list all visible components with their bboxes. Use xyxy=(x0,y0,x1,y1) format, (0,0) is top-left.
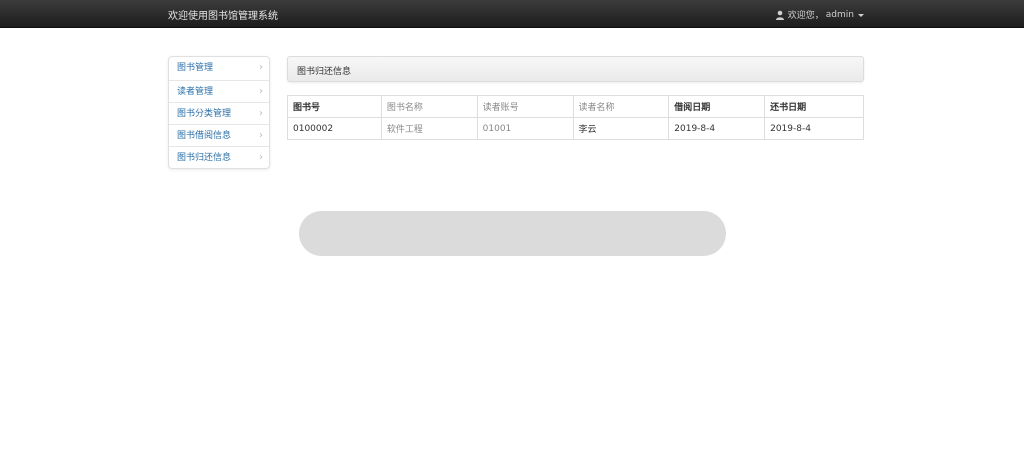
sidebar-item-category-management[interactable]: 图书分类管理 › xyxy=(169,102,269,124)
panel-title: 图书归还信息 xyxy=(297,67,352,77)
return-info-table: 图书号 图书名称 读者账号 读者名称 借阅日期 还书日期 0100002 软件工… xyxy=(287,95,864,140)
sidebar-item-borrow-info[interactable]: 图书借阅信息 › xyxy=(169,124,269,146)
cell-reader-name: 李云 xyxy=(572,117,670,140)
watermark-overlay xyxy=(299,211,726,256)
cell-borrow-date: 2019-8-4 xyxy=(668,117,766,140)
app-title: 欢迎使用图书馆管理系统 xyxy=(168,11,278,22)
chevron-right-icon: › xyxy=(259,152,263,163)
cell-reader-account: 01001 xyxy=(476,117,574,140)
sidebar-item-label: 图书归还信息 xyxy=(177,153,232,163)
top-navbar: 欢迎使用图书馆管理系统 欢迎您， admin xyxy=(0,0,1024,28)
sidebar-item-book-management[interactable]: 图书管理 › xyxy=(169,57,269,80)
column-header-book-name: 图书名称 xyxy=(380,95,478,118)
chevron-right-icon: › xyxy=(259,108,263,119)
sidebar-nav: 图书管理 › 读者管理 › 图书分类管理 › 图书借阅信息 › 图书归还信息 › xyxy=(168,56,270,169)
chevron-down-icon xyxy=(858,13,864,17)
sidebar-item-label: 图书管理 xyxy=(177,63,214,73)
sidebar-item-reader-management[interactable]: 读者管理 › xyxy=(169,80,269,102)
chevron-right-icon: › xyxy=(259,86,263,97)
user-name: admin xyxy=(825,9,854,20)
sidebar-item-label: 读者管理 xyxy=(177,87,214,97)
sidebar-item-return-info[interactable]: 图书归还信息 › xyxy=(169,146,269,168)
table-row: 0100002 软件工程 01001 李云 2019-8-4 2019-8-4 xyxy=(287,117,864,140)
cell-book-id: 0100002 xyxy=(287,117,382,140)
chevron-right-icon: › xyxy=(259,130,263,141)
user-greeting: 欢迎您， xyxy=(787,11,824,21)
table-header-row: 图书号 图书名称 读者账号 读者名称 借阅日期 还书日期 xyxy=(287,95,864,118)
sidebar-item-label: 图书分类管理 xyxy=(177,109,232,119)
panel-header: 图书归还信息 xyxy=(287,56,864,82)
cell-book-name: 软件工程 xyxy=(380,117,478,140)
chevron-right-icon: › xyxy=(259,62,263,73)
user-icon xyxy=(775,10,785,20)
sidebar-item-label: 图书借阅信息 xyxy=(177,131,232,141)
cell-return-date: 2019-8-4 xyxy=(764,117,864,140)
column-header-book-id: 图书号 xyxy=(287,95,382,118)
user-menu[interactable]: 欢迎您， admin xyxy=(775,8,864,21)
column-header-reader-account: 读者账号 xyxy=(476,95,574,118)
column-header-return-date: 还书日期 xyxy=(764,95,864,118)
column-header-borrow-date: 借阅日期 xyxy=(668,95,766,118)
column-header-reader-name: 读者名称 xyxy=(572,95,670,118)
